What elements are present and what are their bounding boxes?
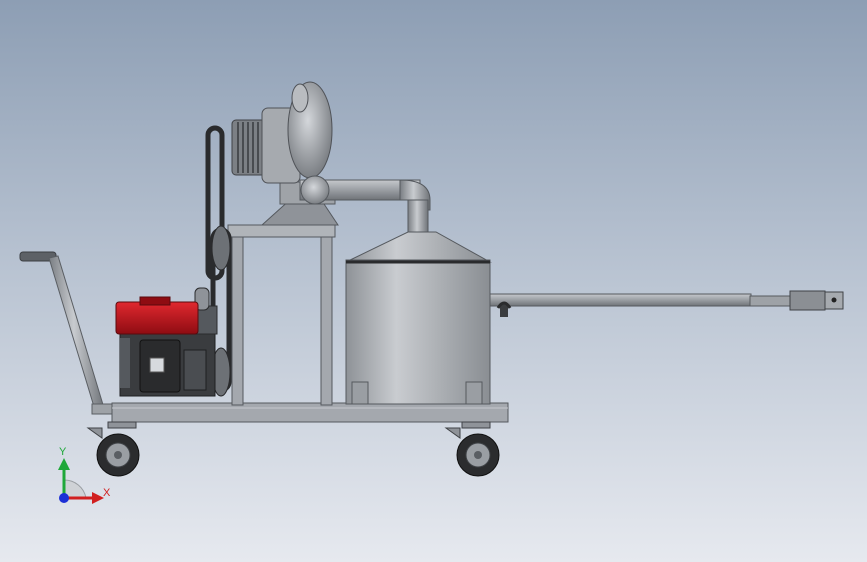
cad-viewport[interactable]: Y X [0,0,867,562]
collection-tank [345,231,492,405]
caster-wheel-right [444,421,500,477]
push-handle [19,251,115,415]
y-axis-label: Y [59,446,67,458]
gasoline-engine [115,287,218,397]
cad-model-drawing: Y X [19,81,844,504]
z-axis-dot [59,493,69,503]
x-axis-label: X [103,487,111,499]
caster-wheel-left [86,421,140,477]
